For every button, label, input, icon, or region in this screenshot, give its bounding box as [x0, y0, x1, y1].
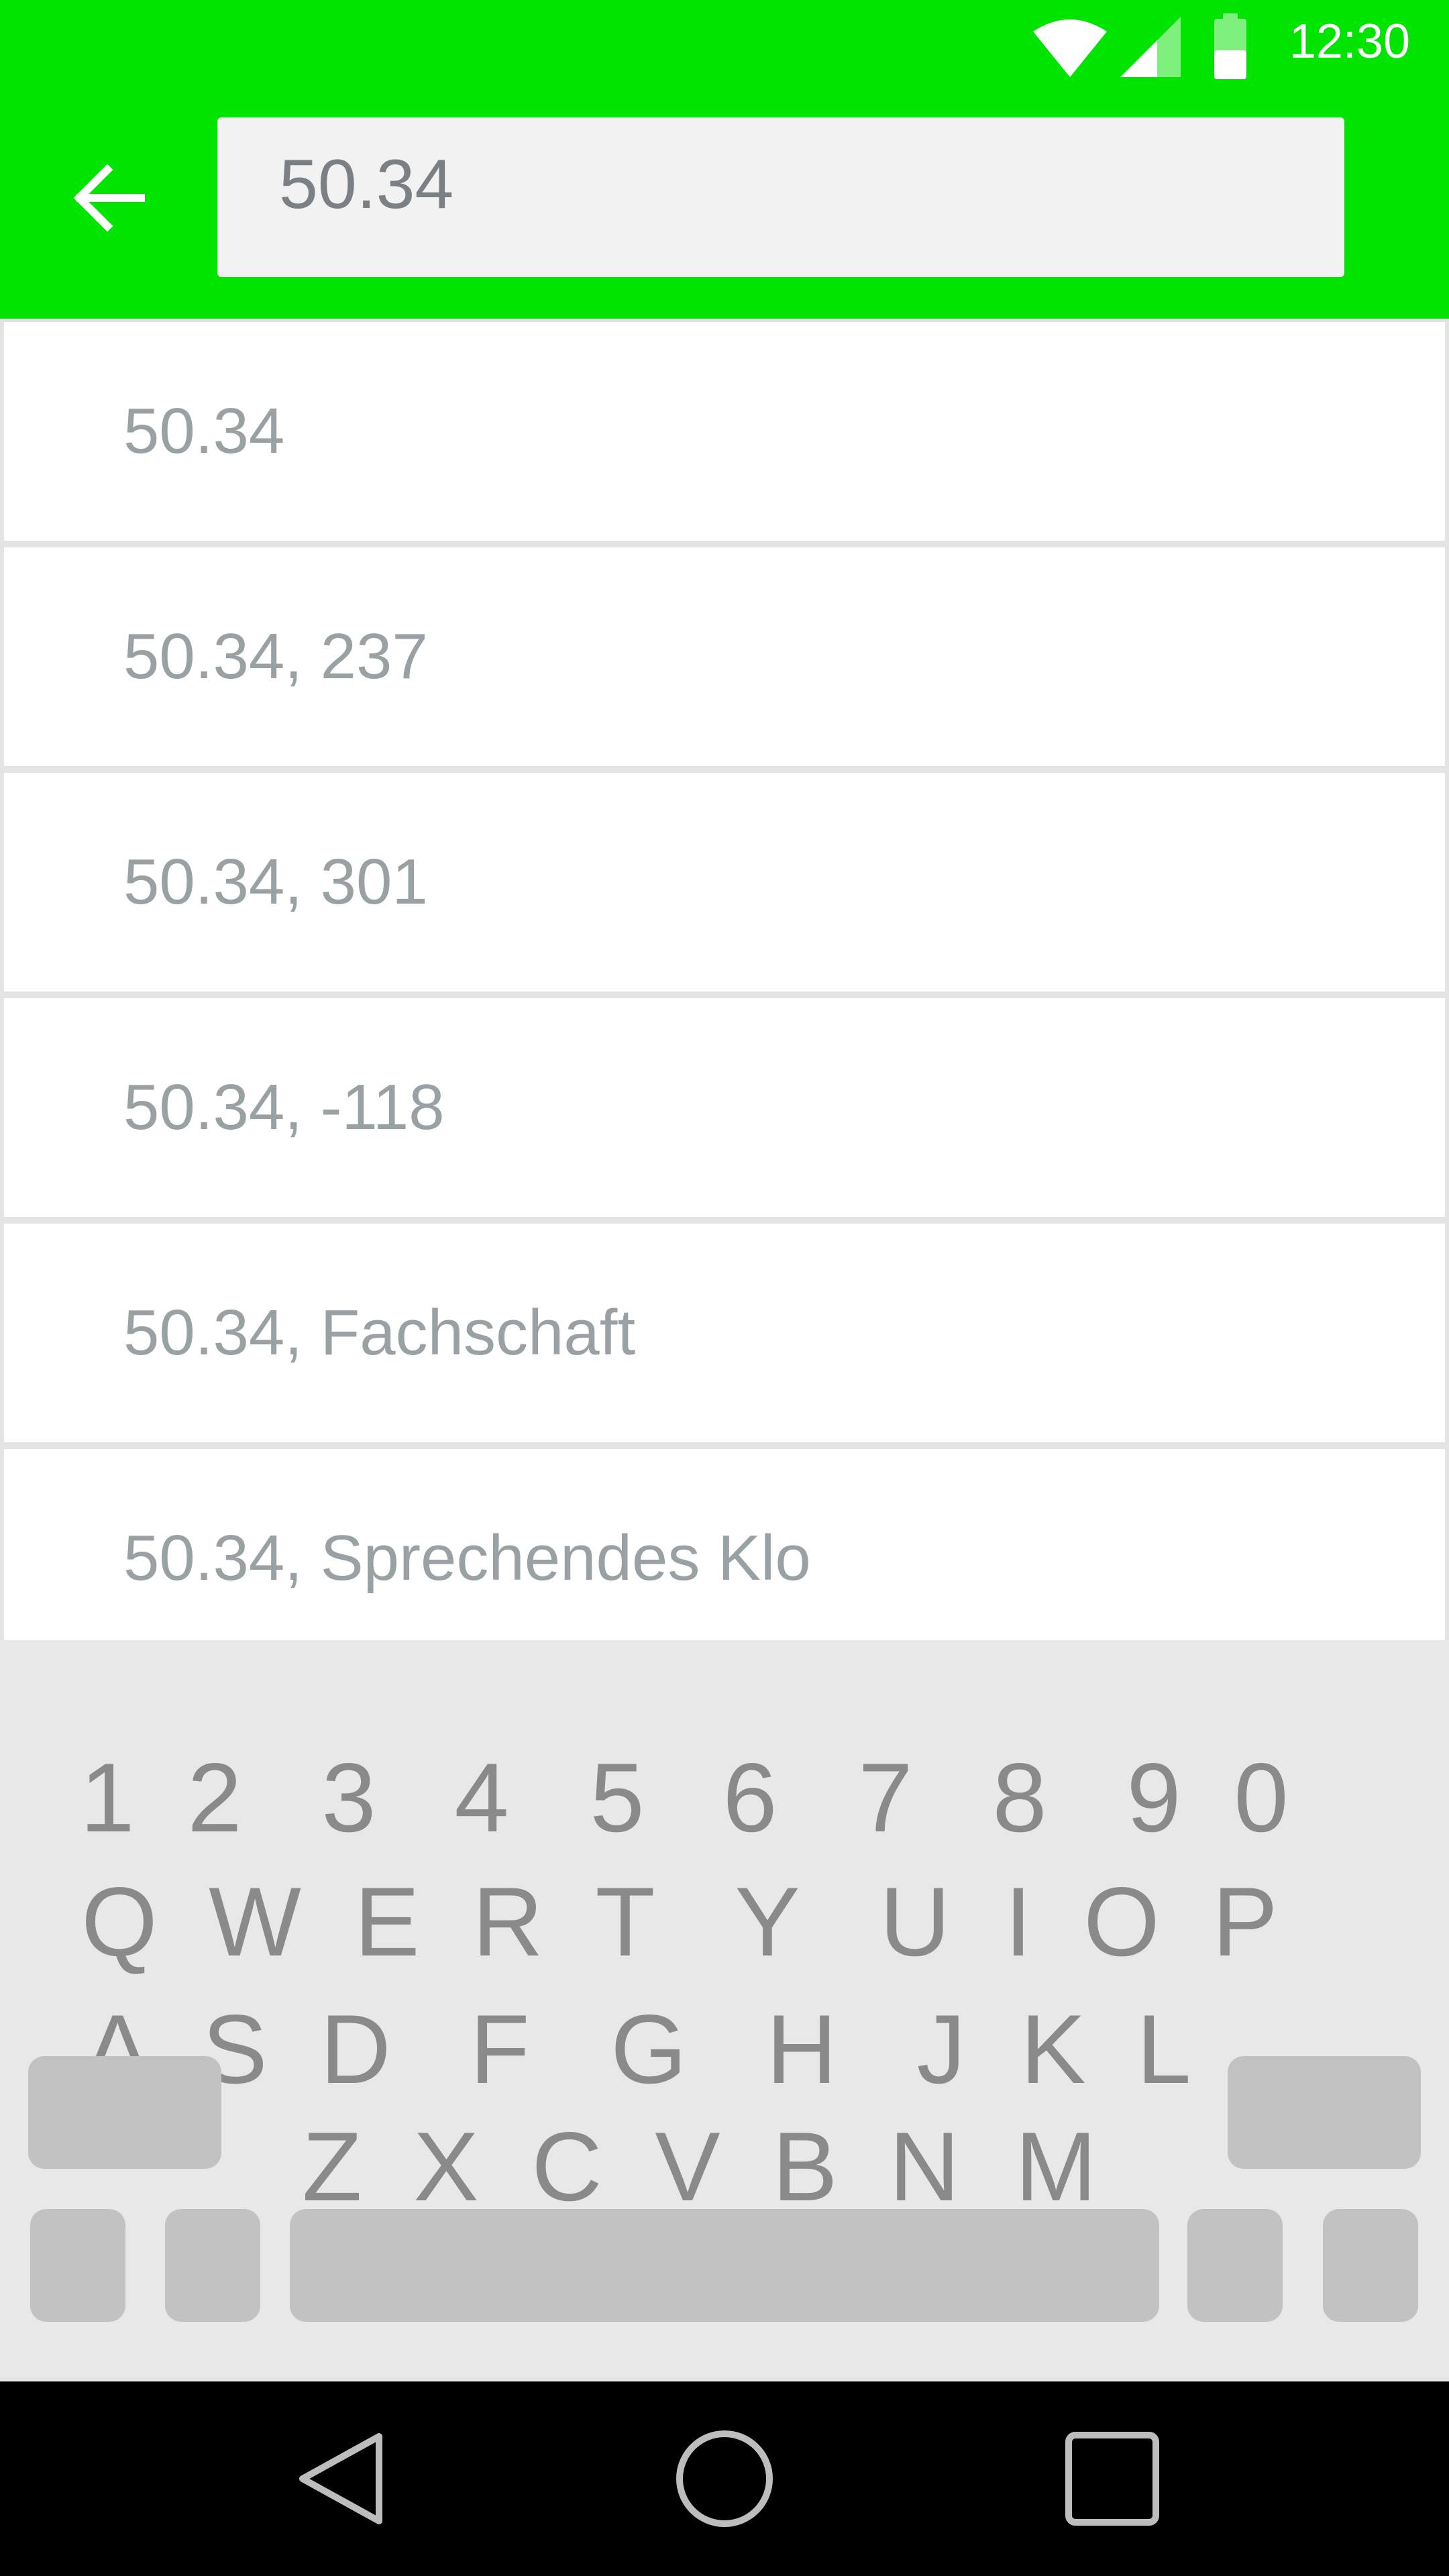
- circle-home-icon: [676, 2430, 773, 2527]
- list-item[interactable]: 50.34, 237: [4, 547, 1445, 766]
- symbols-key[interactable]: [30, 2209, 125, 2322]
- list-item[interactable]: 50.34: [4, 322, 1445, 541]
- key-2[interactable]: 2: [168, 1741, 262, 1855]
- key-7[interactable]: 7: [839, 1741, 932, 1855]
- keyboard: 1 2 3 4 5 6 7 8 9 0 Q W E R T Y U I O P …: [0, 1640, 1449, 2381]
- arrow-left-icon: [74, 164, 145, 231]
- key-0[interactable]: 0: [1214, 1741, 1308, 1855]
- search-input-value: 50.34: [279, 146, 454, 223]
- app-bar: 50.34: [0, 91, 1449, 319]
- key-z[interactable]: Z: [285, 2110, 379, 2224]
- key-n[interactable]: N: [877, 2110, 971, 2224]
- key-d[interactable]: D: [309, 1992, 402, 2106]
- key-e[interactable]: E: [340, 1865, 434, 1979]
- battery-icon: [1214, 13, 1246, 79]
- nav-home-button[interactable]: [657, 2412, 792, 2546]
- results-list: 50.34 50.34, 237 50.34, 301 50.34, -118 …: [0, 319, 1449, 1640]
- list-item-label: 50.34, Sprechendes Klo: [123, 1522, 811, 1594]
- key-y[interactable]: Y: [720, 1865, 814, 1979]
- key-4[interactable]: 4: [435, 1741, 529, 1855]
- key-k[interactable]: K: [1006, 1992, 1100, 2106]
- key-j[interactable]: J: [894, 1992, 988, 2106]
- key-q[interactable]: Q: [72, 1865, 166, 1979]
- enter-key[interactable]: [1323, 2209, 1418, 2322]
- backspace-key[interactable]: [1228, 2056, 1421, 2169]
- key-9[interactable]: 9: [1107, 1741, 1201, 1855]
- key-l[interactable]: L: [1117, 1992, 1211, 2106]
- key-c[interactable]: C: [520, 2110, 614, 2224]
- key-5[interactable]: 5: [570, 1741, 664, 1855]
- key-g[interactable]: G: [602, 1992, 696, 2106]
- key-i[interactable]: I: [971, 1865, 1065, 1979]
- signal-icon: [1120, 17, 1181, 77]
- list-item[interactable]: 50.34, 301: [4, 773, 1445, 991]
- status-bar: 12:30: [0, 0, 1449, 91]
- list-item[interactable]: 50.34, Fachschaft: [4, 1224, 1445, 1442]
- key-x[interactable]: X: [399, 2110, 493, 2224]
- key-h[interactable]: H: [755, 1992, 849, 2106]
- nav-recents-button[interactable]: [1045, 2412, 1179, 2546]
- key-6[interactable]: 6: [703, 1741, 797, 1855]
- shift-key[interactable]: [28, 2056, 221, 2169]
- space-key[interactable]: [290, 2209, 1159, 2322]
- key-1[interactable]: 1: [60, 1741, 154, 1855]
- wifi-icon: [1033, 19, 1107, 77]
- search-input[interactable]: 50.34: [217, 117, 1344, 277]
- key-u[interactable]: U: [868, 1865, 962, 1979]
- list-item-label: 50.34, -118: [123, 1071, 445, 1143]
- back-button[interactable]: [64, 151, 158, 245]
- nav-back-button[interactable]: [274, 2412, 408, 2546]
- list-item-label: 50.34, 301: [123, 846, 428, 918]
- triangle-back-icon: [299, 2433, 382, 2524]
- key-3[interactable]: 3: [302, 1741, 396, 1855]
- list-item-label: 50.34, Fachschaft: [123, 1297, 636, 1368]
- status-time: 12:30: [1289, 15, 1410, 68]
- key-v[interactable]: V: [641, 2110, 735, 2224]
- key-w[interactable]: W: [208, 1865, 302, 1979]
- key-8[interactable]: 8: [973, 1741, 1067, 1855]
- square-recents-icon: [1065, 2432, 1159, 2526]
- list-item-label: 50.34: [123, 395, 285, 467]
- key-p[interactable]: P: [1198, 1865, 1292, 1979]
- navigation-bar: [0, 2381, 1449, 2576]
- key-m[interactable]: M: [1009, 2110, 1103, 2224]
- list-item[interactable]: 50.34, Sprechendes Klo: [4, 1449, 1445, 1640]
- key-b[interactable]: B: [758, 2110, 852, 2224]
- key-f[interactable]: F: [453, 1992, 547, 2106]
- key-t[interactable]: T: [578, 1865, 672, 1979]
- period-key[interactable]: [1187, 2209, 1283, 2322]
- key-o[interactable]: O: [1075, 1865, 1169, 1979]
- comma-key[interactable]: [165, 2209, 260, 2322]
- list-item-label: 50.34, 237: [123, 621, 428, 692]
- key-r[interactable]: R: [461, 1865, 555, 1979]
- list-item[interactable]: 50.34, -118: [4, 998, 1445, 1217]
